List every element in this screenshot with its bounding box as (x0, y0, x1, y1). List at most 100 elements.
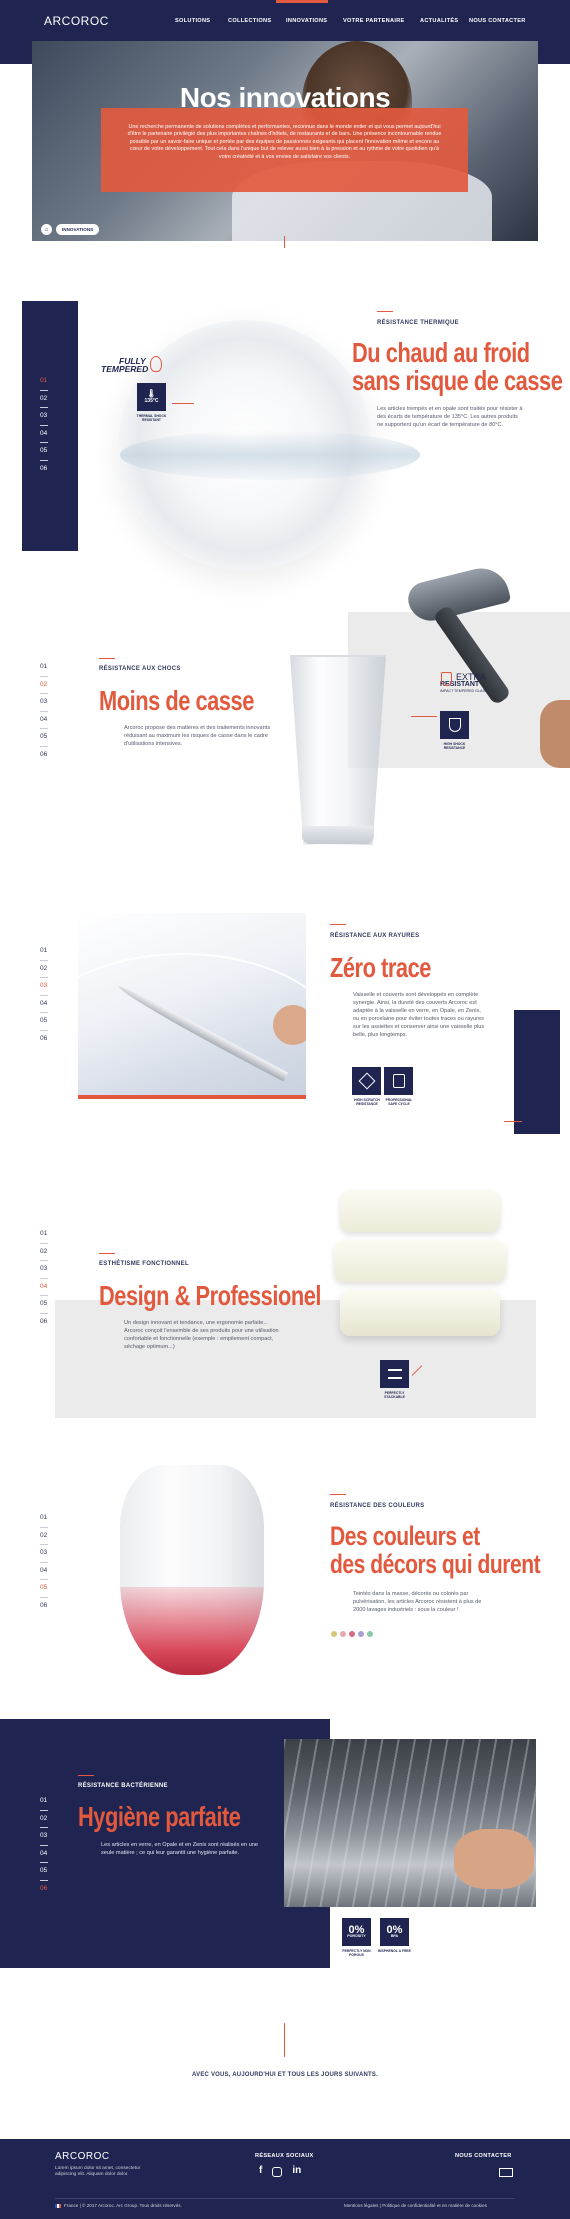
s6-dishwasher-image (284, 1739, 536, 1907)
swatch-2[interactable] (340, 1631, 346, 1637)
s4-nav-03[interactable]: 03 (40, 1265, 48, 1275)
breadcrumb: ⌂ INNOVATIONS (41, 224, 100, 235)
facebook-icon[interactable]: f (259, 2165, 262, 2177)
s1-logo-flame-icon (150, 356, 162, 372)
diamond-icon (358, 1072, 375, 1090)
shield-icon (448, 718, 461, 732)
s1-title-line2: sans risque de casse (352, 365, 563, 396)
s2-nav-01[interactable]: 01 (40, 663, 48, 673)
s6-nav-02[interactable]: 02 (40, 1815, 48, 1825)
s6-hand-shape (454, 1829, 534, 1889)
s3-nav-05[interactable]: 05 (40, 1017, 48, 1027)
s5-red-glass-image (120, 1465, 264, 1675)
s3-text: Vaisselle et couverts sont développés en… (353, 992, 485, 1038)
s3-hand-shape (273, 1005, 306, 1045)
tagline-line (284, 2023, 285, 2057)
s1-thermal-badge: 🌡 135°C (137, 383, 166, 411)
s1-section-nav: 01 02 03 04 05 06 (40, 377, 48, 474)
s2-kicker-line (99, 658, 115, 659)
s6-nav-04[interactable]: 04 (40, 1850, 48, 1860)
s6-badge2-sub: BPA (390, 1933, 399, 1938)
s4-kicker-line (99, 1253, 115, 1254)
s1-nav-01[interactable]: 01 (40, 377, 48, 387)
footer-social-icons: f in (259, 2165, 301, 2177)
s3-coral-underline (78, 1095, 306, 1099)
nav-actualites[interactable]: ACTUALITÉS (420, 18, 469, 24)
s1-nav-06[interactable]: 06 (40, 465, 48, 475)
s3-kicker-line (330, 924, 346, 925)
s1-kicker: RÉSISTANCE THERMIQUE (377, 320, 459, 326)
home-icon[interactable]: ⌂ (41, 224, 52, 235)
s4-nav-01[interactable]: 01 (40, 1230, 48, 1240)
s4-nav-06[interactable]: 06 (40, 1318, 48, 1328)
nav-innovations[interactable]: INNOVATIONS (286, 18, 343, 24)
s3-knife-image (78, 913, 306, 1095)
site-logo[interactable]: ARCOROC (44, 14, 109, 28)
s6-badge2-caption: BISPHENOL A FREE (378, 1949, 411, 1953)
s5-text: Teintés dans la masse, décorés ou coloré… (353, 1591, 482, 1613)
s3-nav-06[interactable]: 06 (40, 1035, 48, 1045)
nav-collections[interactable]: COLLECTIONS (228, 18, 286, 24)
s1-nav-02[interactable]: 02 (40, 395, 48, 405)
s5-nav-06[interactable]: 06 (40, 1602, 48, 1612)
s1-nav-04[interactable]: 04 (40, 430, 48, 440)
swatch-3[interactable] (349, 1631, 355, 1637)
s4-kicker: ESTHÉTISME FONCTIONNEL (99, 1261, 189, 1267)
swatch-4[interactable] (358, 1631, 364, 1637)
instagram-icon[interactable] (272, 2167, 283, 2177)
footer-legal-right[interactable]: Mentions légales | Politique de confiden… (344, 2203, 487, 2208)
s2-logo-line3: IMPACT TEMPERED GLASS (440, 689, 488, 693)
nav-contact[interactable]: NOUS CONTACTER (469, 18, 529, 24)
swatch-5[interactable] (367, 1631, 373, 1637)
s4-nav-04[interactable]: 04 (40, 1283, 48, 1293)
s6-kicker: RÉSISTANCE BACTÉRIENNE (78, 1783, 168, 1789)
france-flag-icon (55, 2204, 61, 2208)
s2-text: Arcoroc propose des matières et des trai… (124, 725, 271, 747)
s6-title: Hygiène parfaite (78, 1801, 241, 1832)
s2-nav-02[interactable]: 02 (40, 681, 48, 691)
s4-nav-05[interactable]: 05 (40, 1300, 48, 1310)
tagline: AVEC VOUS, AUJOURD'HUI ET TOUS LES JOURS… (192, 2072, 378, 2078)
s2-section-nav: 01 02 03 04 05 06 (40, 663, 48, 760)
s2-glass-image (290, 655, 386, 845)
s6-badge1-sub: POROSITY (347, 1933, 366, 1938)
s5-nav-03[interactable]: 03 (40, 1549, 48, 1559)
s4-plate-bottom (340, 1290, 500, 1336)
s5-nav-05[interactable]: 05 (40, 1584, 48, 1594)
s1-nav-03[interactable]: 03 (40, 412, 48, 422)
s2-nav-03[interactable]: 03 (40, 698, 48, 708)
s3-nav-02[interactable]: 02 (40, 965, 48, 975)
s3-nav-01[interactable]: 01 (40, 947, 48, 957)
s5-nav-02[interactable]: 02 (40, 1532, 48, 1542)
s2-nav-04[interactable]: 04 (40, 716, 48, 726)
swatch-1[interactable] (331, 1631, 337, 1637)
s4-stack-badge (380, 1360, 409, 1388)
s6-nav-05[interactable]: 05 (40, 1867, 48, 1877)
nav-partenaire[interactable]: VOTRE PARTENAIRE (343, 18, 420, 24)
s6-nav-06[interactable]: 06 (40, 1885, 48, 1895)
s2-badge-caption: HIGH SHOCK RESISTANCE (443, 742, 466, 750)
footer-logo[interactable]: ARCOROC (55, 2151, 110, 2162)
s2-badge-connector (411, 716, 437, 717)
s6-nav-01[interactable]: 01 (40, 1797, 48, 1807)
nav-active-indicator (276, 0, 328, 3)
s4-plate-top (340, 1190, 500, 1232)
mail-icon[interactable] (499, 2168, 513, 2177)
s1-title-line1: Du chaud au froid (352, 337, 530, 368)
breadcrumb-item: INNOVATIONS (56, 224, 100, 235)
s1-nav-05[interactable]: 05 (40, 447, 48, 457)
s6-nav-03[interactable]: 03 (40, 1832, 48, 1842)
linkedin-icon[interactable]: in (292, 2165, 301, 2177)
hero-text: Une recherche permanente de solutions co… (127, 124, 442, 160)
s4-nav-02[interactable]: 02 (40, 1248, 48, 1258)
s1-text: Les articles trempés et en opale sont tr… (377, 406, 523, 428)
nav-solutions[interactable]: SOLUTIONS (175, 18, 228, 24)
s2-nav-05[interactable]: 05 (40, 733, 48, 743)
s3-nav-04[interactable]: 04 (40, 1000, 48, 1010)
s4-stacked-plates-image (334, 1190, 508, 1338)
s5-color-swatches (331, 1631, 373, 1637)
s5-nav-01[interactable]: 01 (40, 1514, 48, 1524)
s5-nav-04[interactable]: 04 (40, 1567, 48, 1577)
s2-nav-06[interactable]: 06 (40, 751, 48, 761)
s3-nav-03[interactable]: 03 (40, 982, 48, 992)
